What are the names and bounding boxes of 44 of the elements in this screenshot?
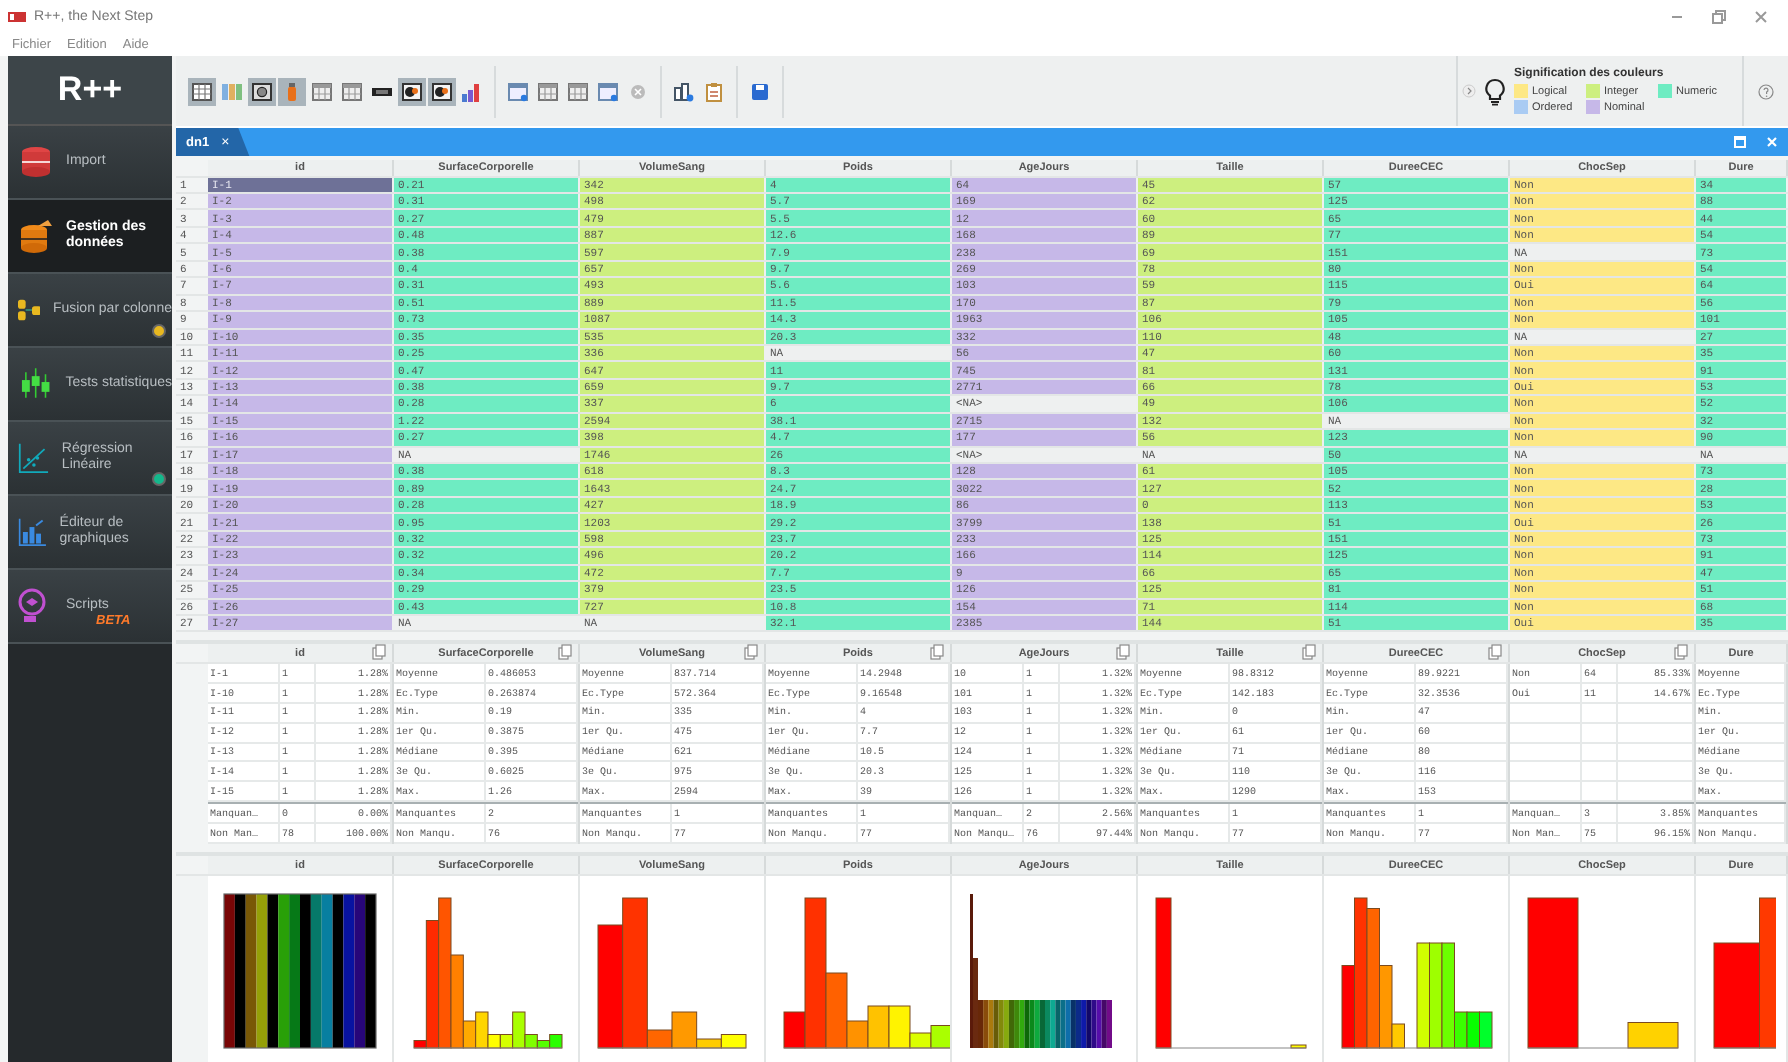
chevron-icon[interactable] [1462, 84, 1476, 98]
copy-icon[interactable] [1674, 644, 1688, 661]
restore-icon[interactable] [1712, 10, 1726, 24]
copy-icon[interactable] [1116, 644, 1130, 661]
logo: R++ [8, 56, 172, 126]
lightbulb-icon [1484, 77, 1506, 105]
blocks-icon [674, 81, 694, 101]
toolbar-button[interactable] [428, 77, 456, 105]
database-icon [18, 144, 54, 180]
window-icon [598, 81, 618, 101]
copy-icon[interactable] [558, 644, 572, 661]
database-icon [18, 218, 54, 254]
bottle-icon [282, 81, 302, 101]
toolbar-button[interactable] [248, 77, 276, 105]
maximize-icon[interactable] [1734, 136, 1746, 148]
image-icon [252, 81, 272, 101]
toolbar-button[interactable] [398, 77, 426, 105]
minimize-icon[interactable] [1670, 10, 1684, 24]
save-icon [750, 81, 770, 101]
copy-icon[interactable] [1488, 644, 1502, 661]
grid-icon [538, 81, 558, 101]
bar-chart-icon [462, 81, 482, 101]
app-icon [8, 12, 26, 22]
table-icon [192, 81, 212, 101]
palette-icon [402, 81, 422, 101]
grid-icon [568, 81, 588, 101]
scatter-plot-icon [18, 440, 50, 476]
toolbar-button[interactable] [188, 77, 216, 105]
close-icon[interactable] [1754, 10, 1768, 24]
copy-icon[interactable] [930, 644, 944, 661]
grid-icon [342, 81, 362, 101]
circle-icon [628, 81, 648, 101]
copy-icon[interactable] [744, 644, 758, 661]
toolbar-button[interactable] [670, 77, 698, 105]
clipboard-icon [704, 81, 724, 101]
window-icon [508, 81, 528, 101]
bar-chart-icon [18, 514, 48, 550]
copy-icon[interactable] [1302, 644, 1316, 661]
palette-icon [432, 81, 452, 101]
columns-icon [222, 81, 242, 101]
copy-icon[interactable] [372, 644, 386, 661]
help-icon[interactable] [1758, 83, 1774, 99]
grid-icon [312, 81, 332, 101]
boxplot-icon [18, 366, 54, 402]
